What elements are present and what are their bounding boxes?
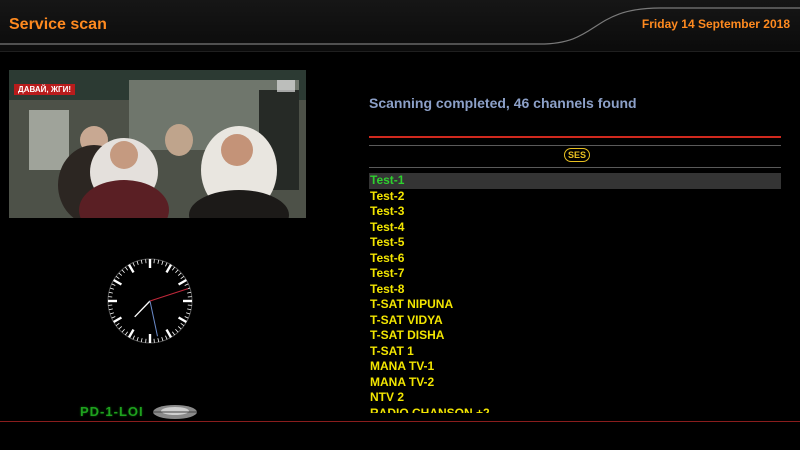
channel-list-item[interactable]: MANA TV-1 <box>369 359 781 375</box>
clock-minute-mark <box>108 308 113 311</box>
clock-minute-mark <box>136 260 139 265</box>
channel-list-item[interactable]: Test-4 <box>369 220 781 236</box>
footer-divider <box>0 421 800 422</box>
clock-minute-mark <box>172 331 176 336</box>
clock-minute-mark <box>132 335 135 340</box>
divider <box>369 136 781 138</box>
clock-minute-mark <box>140 338 143 343</box>
channel-list-item[interactable]: NTV 2 <box>369 390 781 406</box>
clock-minute-mark <box>187 291 192 294</box>
clock-minute-mark <box>161 337 164 342</box>
channel-list-item[interactable]: Test-5 <box>369 235 781 251</box>
channel-list-item[interactable]: Test-8 <box>369 282 781 298</box>
clock-minute-mark <box>177 326 182 330</box>
clock-minute-mark <box>136 337 139 342</box>
clock-hour-mark <box>177 278 187 286</box>
satellite-operator-logo: SES <box>564 148 591 162</box>
clock-minute-mark <box>186 312 191 315</box>
clock-minute-mark <box>180 275 185 279</box>
clock-minute-mark <box>157 259 160 264</box>
clock-hour-mark <box>177 316 187 324</box>
clock-hour-mark <box>113 316 123 324</box>
channel-list-item[interactable]: T-SAT 1 <box>369 344 781 360</box>
clock-minute-mark <box>165 335 168 340</box>
clock-minute-mark <box>115 275 120 279</box>
satellite-dish-icon <box>153 405 197 419</box>
clock-minute-mark <box>157 338 160 343</box>
channel-list-item[interactable]: RADIO CHANSON +2 <box>369 406 781 414</box>
clock-minute-mark <box>172 266 176 271</box>
channel-list-item[interactable]: MANA TV-2 <box>369 375 781 391</box>
clock-minute-mark <box>177 272 182 276</box>
scan-status: Scanning completed, 46 channels found <box>369 95 637 111</box>
clock-second-hand <box>149 288 189 302</box>
clock-minute-mark <box>109 312 114 315</box>
channel-list-item[interactable]: T-SAT DISHA <box>369 328 781 344</box>
clock-hour-mark <box>165 264 173 274</box>
clock-minute-mark <box>187 308 192 311</box>
clock-hour-mark <box>113 278 123 286</box>
date-label: Friday 14 September 2018 <box>641 17 790 31</box>
channel-list-item[interactable]: Test-6 <box>369 251 781 267</box>
clock-minute-mark <box>109 287 114 290</box>
channel-list-item[interactable]: T-SAT NIPUNA <box>369 297 781 313</box>
clock-hour-hand <box>134 300 151 318</box>
channel-list-item[interactable]: Test-7 <box>369 266 781 282</box>
clock-hour-mark <box>165 328 173 338</box>
channel-list-item[interactable]: Test-3 <box>369 204 781 220</box>
clock-hour-mark <box>127 264 135 274</box>
clock-minute-mark <box>124 331 128 336</box>
clock-minute-mark <box>121 328 125 333</box>
channel-list[interactable]: Test-1 Test-2 Test-3 Test-4 Test-5 Test-6 Test… <box>369 173 781 413</box>
channel-list-item[interactable]: T-SAT VIDYA <box>369 313 781 329</box>
clock-minute-mark <box>124 266 128 271</box>
channel-list-item[interactable]: Test-1 <box>369 173 781 189</box>
clock-minute-mark <box>184 316 189 319</box>
clock-minute-mark <box>108 291 113 294</box>
clock-minute-mark <box>111 283 116 286</box>
clock-minute-mark <box>184 283 189 286</box>
clock-minute-mark <box>121 269 125 274</box>
clock-minute-mark <box>118 326 123 330</box>
analog-clock <box>107 258 193 344</box>
ticker-banner: ДАВАЙ, ЖГИ! <box>14 84 76 95</box>
clock-hour-mark <box>127 328 135 338</box>
clock-minute-mark <box>175 328 179 333</box>
clock-minute-mark <box>111 316 116 319</box>
page-title: Service scan <box>9 16 107 33</box>
clock-minute-mark <box>140 259 143 264</box>
clock-minute-mark <box>118 272 123 276</box>
divider <box>369 145 781 146</box>
clock-minute-mark <box>175 269 179 274</box>
channel-list-item[interactable]: Test-2 <box>369 189 781 205</box>
clock-minute-mark <box>115 323 120 327</box>
clock-minute-mark <box>180 323 185 327</box>
footer-logo: PD-1-LOI <box>80 404 144 419</box>
header-bar: Service scan Friday 14 September 2018 <box>0 0 800 52</box>
clock-minute-mark <box>161 260 164 265</box>
clock-minute-hand <box>149 300 158 337</box>
divider <box>369 167 781 168</box>
clock-minute-mark <box>165 262 168 267</box>
clock-minute-mark <box>132 262 135 267</box>
